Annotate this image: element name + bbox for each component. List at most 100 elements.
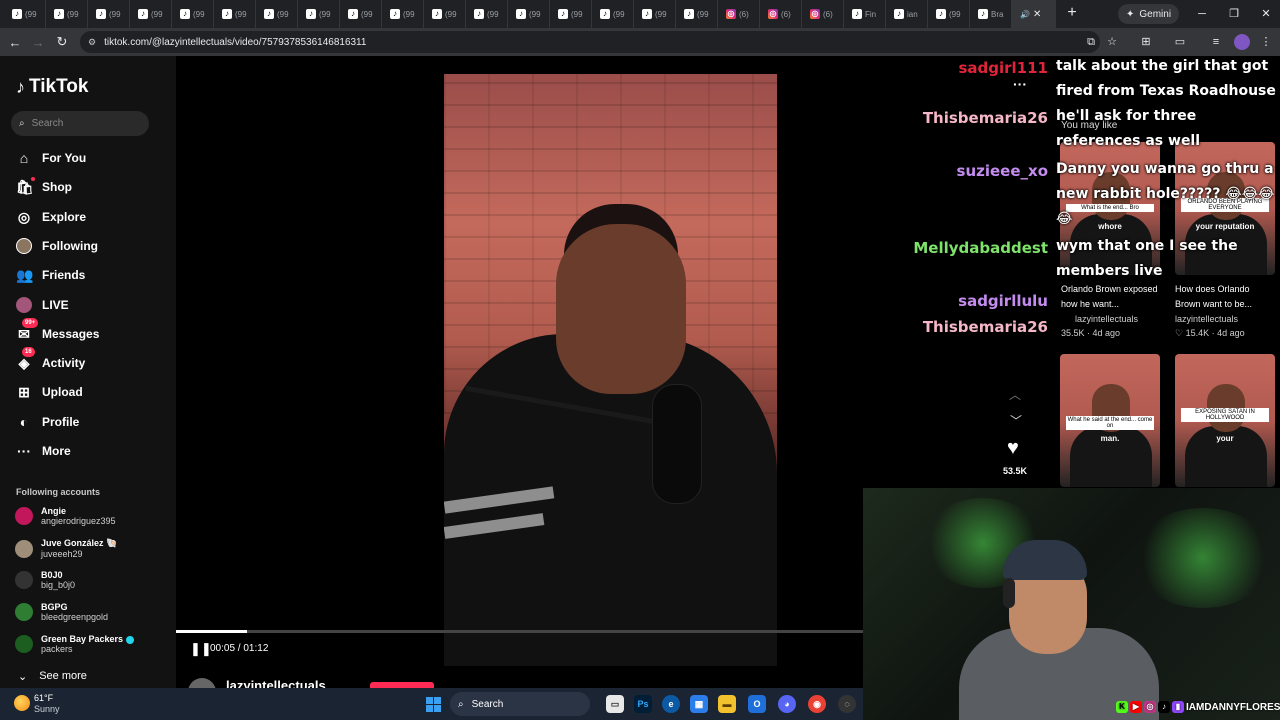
forward-icon[interactable]: → <box>26 35 50 50</box>
related-video-author[interactable]: lazyintellectuals <box>1175 314 1238 324</box>
outlook-icon[interactable]: O <box>748 695 766 713</box>
browser-tab[interactable]: ♪ (99 <box>928 0 970 28</box>
browser-tab[interactable]: ♪ (99 <box>634 0 676 28</box>
browser-tab[interactable]: ◎ (6) <box>802 0 844 28</box>
browser-tab[interactable]: ◎ (6) <box>760 0 802 28</box>
browser-tab[interactable]: ♪ (99 <box>88 0 130 28</box>
video-frame[interactable] <box>444 74 777 666</box>
restore-icon[interactable]: ❐ <box>1218 0 1250 28</box>
browser-tab[interactable]: ♪ (99 <box>592 0 634 28</box>
new-tab-button[interactable]: + <box>1058 4 1086 22</box>
browser-tab[interactable]: ♪ (99 <box>298 0 340 28</box>
following-account[interactable]: Juve González 🐚 juveeeh29 <box>15 538 117 559</box>
browser-tab[interactable]: ♪ (99 <box>550 0 592 28</box>
browser-tab[interactable]: ♪ (99 <box>676 0 718 28</box>
menu-kebab-icon[interactable]: ⋮ <box>1258 34 1274 50</box>
media-icon[interactable]: ≡ <box>1208 34 1224 50</box>
split-view-icon[interactable]: ▭ <box>1172 34 1188 50</box>
chrome-icon[interactable]: ◉ <box>808 695 826 713</box>
windows-start-icon[interactable] <box>426 697 441 712</box>
edge-icon[interactable]: e <box>662 695 680 713</box>
following-account[interactable]: Green Bay Packers packers <box>15 634 135 654</box>
nav-item-following[interactable]: Following <box>16 236 98 256</box>
account-handle: bleedgreenpgold <box>41 612 109 622</box>
store-icon[interactable]: ▦ <box>690 695 708 713</box>
nav-item-friends[interactable]: 👥 Friends <box>16 265 85 285</box>
back-icon[interactable]: ← <box>3 35 27 50</box>
nav-item-more[interactable]: ··· More <box>16 441 71 461</box>
browser-tab[interactable]: ♪ ian <box>886 0 928 28</box>
reload-icon[interactable]: ↻ <box>50 34 74 50</box>
nav-item-messages[interactable]: ✉ 99+ Messages <box>16 317 99 344</box>
browser-tab[interactable]: ♪ (99 <box>466 0 508 28</box>
browser-tab[interactable]: ♪ (99 <box>382 0 424 28</box>
related-video-title[interactable]: How does Orlando Brown want to be... <box>1175 282 1275 312</box>
nav-item-profile[interactable]: ◐ Profile <box>16 412 80 432</box>
minimize-icon[interactable]: ─ <box>1186 0 1218 28</box>
next-video-icon[interactable]: ﹀ <box>1010 412 1022 429</box>
weather-sun-icon[interactable] <box>14 695 30 711</box>
pause-icon[interactable]: ❚❚ <box>190 641 212 657</box>
install-icon[interactable]: ⧉ <box>1083 34 1099 50</box>
following-account[interactable]: Angie angierodriguez395 <box>15 506 116 526</box>
search-input[interactable]: ⌕ Search <box>11 111 149 136</box>
gemini-button[interactable]: ✦ Gemini <box>1118 4 1180 24</box>
active-browser-tab[interactable]: 🔊 ✕ <box>1012 0 1056 28</box>
account-name-text: BGPG <box>41 602 68 612</box>
browser-tab[interactable]: ♪ (99 <box>340 0 382 28</box>
browser-tab[interactable]: ♪ Bra <box>970 0 1012 28</box>
video-player[interactable]: ❚❚ 00:05 / 01:12 lazyintellectuals <box>176 56 863 688</box>
nav-item-activity[interactable]: ◈ 16 Activity <box>16 347 85 373</box>
video-progress-bar[interactable] <box>176 630 863 633</box>
browser-tab[interactable]: ◎ (6) <box>718 0 760 28</box>
browser-tab[interactable]: ♪ (99 <box>172 0 214 28</box>
related-video-author[interactable]: lazyintellectuals <box>1075 314 1138 324</box>
previous-video-icon[interactable]: ︿ <box>1009 386 1021 403</box>
browser-tab[interactable]: ♪ (99 <box>508 0 550 28</box>
more-options-icon[interactable]: ··· <box>1013 76 1027 92</box>
like-heart-icon[interactable]: ♥ <box>1007 437 1019 460</box>
shop-icon: 🛍 <box>16 177 35 196</box>
discord-icon[interactable]: ◕ <box>778 695 796 713</box>
creator-avatar[interactable] <box>188 678 216 688</box>
browser-tab[interactable]: ♪ (99 <box>130 0 172 28</box>
nav-item-shop[interactable]: 🛍 Shop <box>16 177 72 197</box>
streamer-cap <box>1003 540 1087 580</box>
photoshop-icon[interactable]: Ps <box>634 695 652 713</box>
weather-temp[interactable]: 61°F <box>34 693 53 703</box>
nav-item-for-you[interactable]: ⌂ For You <box>16 148 86 168</box>
task-view-icon[interactable]: ▭ <box>606 695 624 713</box>
taskbar-search[interactable]: ⌕ Search <box>450 692 590 716</box>
following-account[interactable]: B0J0 big_b0j0 <box>15 570 75 590</box>
profile-avatar-icon[interactable] <box>1234 34 1250 50</box>
nav-item-explore[interactable]: ◎ Explore <box>16 207 86 227</box>
site-info-icon[interactable]: ⚙ <box>88 37 96 48</box>
bookmark-star-icon[interactable]: ☆ <box>1104 34 1120 50</box>
weather-condition[interactable]: Sunny <box>34 704 60 714</box>
address-bar[interactable]: ⚙ tiktok.com/@lazyintellectuals/video/75… <box>80 31 1100 53</box>
nav-item-live[interactable]: LIVE <box>16 295 69 315</box>
extensions-icon[interactable]: ⊞ <box>1138 34 1154 50</box>
tab-label: ian <box>907 9 918 19</box>
folder-icon[interactable]: ▬ <box>718 695 736 713</box>
creator-name[interactable]: lazyintellectuals <box>226 678 326 688</box>
account-text: Juve González 🐚 juveeeh29 <box>41 538 117 559</box>
nav-item-upload[interactable]: ⊞ Upload <box>16 382 83 402</box>
browser-tab[interactable]: ♪ (99 <box>214 0 256 28</box>
browser-tab[interactable]: ♪ (99 <box>256 0 298 28</box>
browser-tab[interactable]: ♪ (99 <box>424 0 466 28</box>
close-window-icon[interactable]: ✕ <box>1250 0 1280 28</box>
see-more-button[interactable]: ⌄ See more <box>18 670 87 683</box>
app-icon[interactable]: ◌ <box>838 695 856 713</box>
following-account[interactable]: BGPG bleedgreenpgold <box>15 602 108 622</box>
related-video-title[interactable]: Orlando Brown exposed how he want... <box>1061 282 1161 312</box>
instagram-icon: ◎ <box>768 9 778 19</box>
close-tab-icon[interactable]: ✕ <box>1033 9 1041 20</box>
related-video-thumb[interactable]: EXPOSING SATAN IN HOLLYWOOD your <box>1175 354 1275 487</box>
browser-tab[interactable]: ♪ Fin <box>844 0 886 28</box>
related-video-thumb[interactable]: What he said at the end... come on man. <box>1060 354 1160 487</box>
chat-message: wym that one I see the members live <box>1056 238 1238 279</box>
browser-tab[interactable]: ♪ (99 <box>4 0 46 28</box>
browser-tab[interactable]: ♪ (99 <box>46 0 88 28</box>
tiktok-logo[interactable]: ♪ TikTok <box>16 76 88 98</box>
